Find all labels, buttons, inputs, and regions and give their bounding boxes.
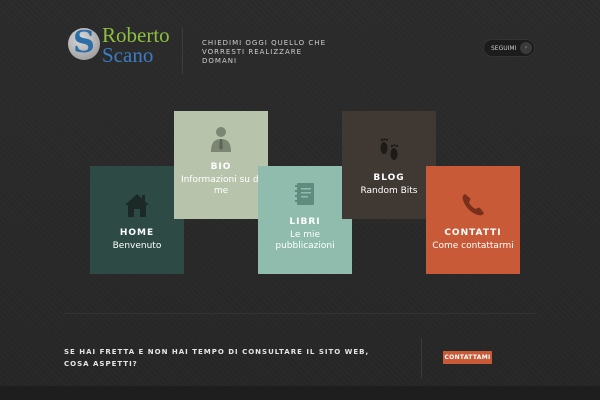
tile-bio-title: BIO: [210, 162, 232, 172]
follow-button[interactable]: SEGUIMI ›: [483, 39, 535, 57]
tile-contatti-title: CONTATTI: [444, 228, 502, 238]
bottom-bar: [0, 386, 600, 400]
tile-blog[interactable]: BLOG Random Bits: [342, 111, 436, 219]
header-divider: [182, 28, 183, 74]
cta-divider: [421, 338, 422, 378]
chevron-right-icon: ›: [520, 42, 532, 54]
tile-libri-subtitle: Le mie pubblicazioni: [275, 230, 335, 251]
tile-home[interactable]: HOME Benvenuto: [90, 166, 184, 274]
tile-contatti-subtitle: Come contattarmi: [432, 241, 514, 251]
tile-home-subtitle: Benvenuto: [112, 241, 162, 251]
section-divider: [64, 313, 536, 314]
tile-bio[interactable]: BIO Informazioni su di me: [174, 111, 268, 219]
site-tagline: CHIEDIMI OGGI QUELLO CHE VORRESTI REALIZ…: [202, 39, 326, 65]
contact-button[interactable]: CONTATTAMI: [443, 351, 492, 364]
logo-letter: S: [73, 25, 95, 60]
site-logo[interactable]: S Roberto Scano: [68, 23, 178, 67]
follow-label: SEGUIMI: [491, 44, 517, 52]
person-icon: [211, 127, 231, 152]
tile-blog-title: BLOG: [373, 173, 405, 183]
logo-last-name: Scano: [102, 43, 154, 67]
tile-libri[interactable]: LIBRI Le mie pubblicazioni: [258, 166, 352, 274]
book-icon: [295, 183, 314, 205]
site-header: S Roberto Scano CHIEDIMI OGGI QUELLO CHE…: [0, 0, 600, 100]
cta-message: SE HAI FRETTA E NON HAI TEMPO DI CONSULT…: [64, 348, 370, 368]
tile-blog-subtitle: Random Bits: [360, 186, 418, 196]
tile-contatti[interactable]: CONTATTI Come contattarmi: [426, 166, 520, 274]
tile-home-title: HOME: [119, 228, 155, 238]
logo-emblem: S: [68, 25, 100, 60]
tile-bio-subtitle: Informazioni su di me: [180, 175, 262, 196]
phone-icon: [462, 194, 484, 216]
house-icon: [125, 194, 149, 217]
tile-libri-title: LIBRI: [289, 217, 321, 227]
footprints-icon: [380, 138, 399, 160]
